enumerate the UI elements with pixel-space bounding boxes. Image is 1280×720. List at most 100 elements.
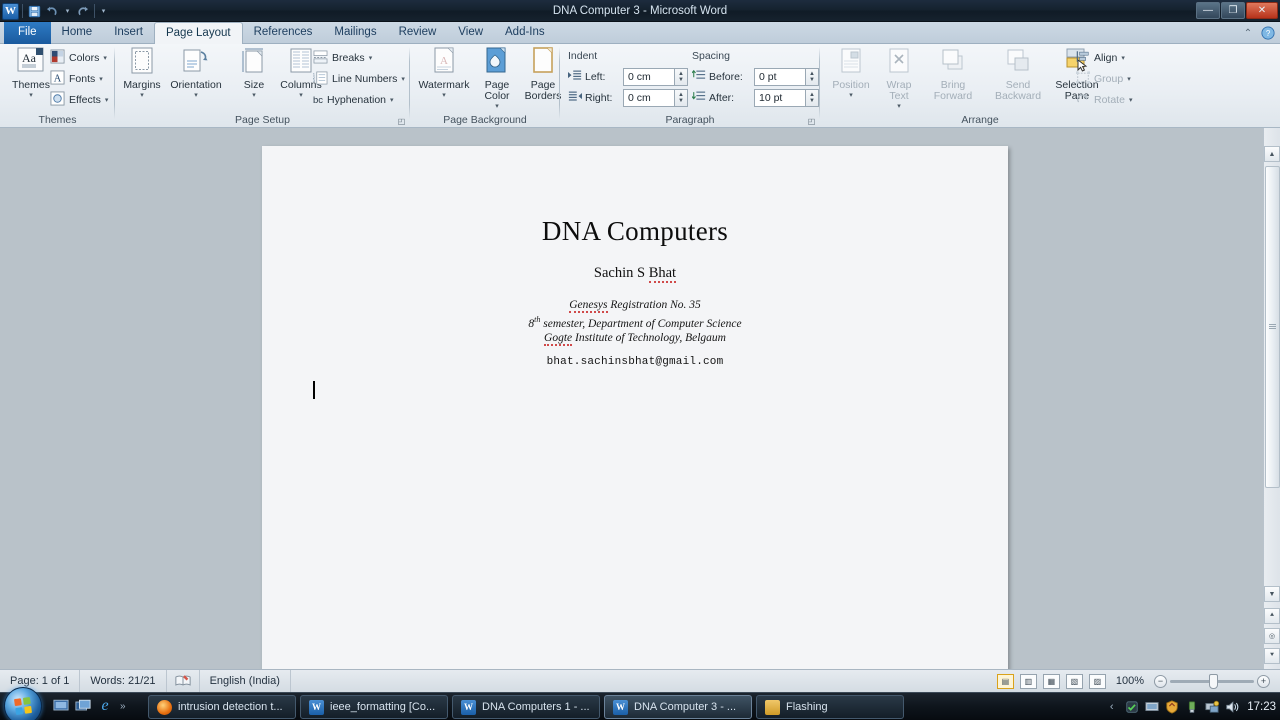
hyphenation-dropdown-arrow-icon[interactable]: ▾ [390, 96, 394, 104]
document-workspace[interactable]: DNA Computers Sachin S Bhat Genesys Regi… [0, 128, 1280, 720]
group-dropdown-arrow-icon[interactable]: ▾ [1127, 75, 1131, 83]
outline-view-button[interactable]: ▧ [1065, 673, 1083, 689]
spacing-after-stepper[interactable]: ▲ ▼ [806, 89, 819, 107]
group-button[interactable]: Group ▾ [1074, 69, 1131, 89]
rotate-dropdown-arrow-icon[interactable]: ▾ [1129, 96, 1133, 104]
status-language[interactable]: English (India) [200, 669, 291, 693]
theme-colors-dropdown-arrow-icon[interactable]: ▾ [103, 54, 107, 62]
zoom-in-button[interactable]: + [1257, 674, 1270, 688]
switch-windows-icon[interactable] [74, 697, 92, 715]
indent-right-input[interactable]: 0 cm [623, 89, 675, 107]
size-button[interactable]: Size ▾ [231, 47, 277, 99]
taskbar-item-dna-computers-1[interactable]: W DNA Computers 1 - ... [452, 695, 600, 719]
status-proofing-errors[interactable] [167, 669, 200, 693]
quick-launch-overflow-chevron-icon[interactable]: » [118, 701, 126, 712]
margins-button[interactable]: Margins ▾ [115, 47, 169, 99]
orientation-button[interactable]: Orientation ▾ [165, 47, 227, 99]
draft-view-button[interactable]: ▨ [1088, 673, 1106, 689]
previous-page-button[interactable]: ⯅ [1264, 608, 1280, 624]
scroll-up-button[interactable]: ▲ [1264, 146, 1280, 162]
theme-effects-button[interactable]: Effects ▾ [48, 90, 108, 110]
wrap-text-dropdown-arrow-icon[interactable]: ▾ [897, 103, 901, 110]
page-setup-dialog-launcher[interactable]: ◰ [396, 116, 407, 127]
close-button[interactable]: ✕ [1246, 2, 1278, 19]
zoom-slider-thumb[interactable] [1209, 673, 1218, 689]
theme-effects-dropdown-arrow-icon[interactable]: ▾ [105, 96, 109, 104]
bring-forward-button[interactable]: Bring Forward [922, 47, 984, 102]
full-screen-reading-view-button[interactable]: ▥ [1019, 673, 1037, 689]
breaks-dropdown-arrow-icon[interactable]: ▾ [369, 54, 373, 62]
select-browse-object-button[interactable]: ◎ [1264, 628, 1280, 644]
theme-colors-button[interactable]: Colors ▾ [48, 48, 107, 68]
columns-dropdown-arrow-icon[interactable]: ▾ [299, 92, 303, 99]
status-word-count[interactable]: Words: 21/21 [80, 669, 167, 693]
show-hidden-icons-chevron-icon[interactable]: ‹ [1104, 700, 1119, 715]
usb-tray-icon[interactable] [1184, 700, 1199, 715]
tab-review[interactable]: Review [388, 22, 448, 44]
spacing-before-input[interactable]: 0 pt [754, 68, 806, 86]
page-color-button[interactable]: Page Color ▾ [474, 47, 520, 110]
margins-dropdown-arrow-icon[interactable]: ▾ [140, 92, 144, 99]
antivirus-tray-icon[interactable] [1124, 700, 1139, 715]
spacing-after-input[interactable]: 10 pt [754, 89, 806, 107]
show-desktop-icon[interactable] [52, 697, 70, 715]
position-button[interactable]: Position ▾ [824, 47, 878, 99]
next-page-button[interactable]: ⯆ [1264, 648, 1280, 664]
align-dropdown-arrow-icon[interactable]: ▾ [1121, 54, 1125, 62]
indent-left-spin-down[interactable]: ▼ [678, 77, 684, 83]
indent-right-spin-down[interactable]: ▼ [678, 98, 684, 104]
document-page[interactable]: DNA Computers Sachin S Bhat Genesys Regi… [262, 146, 1008, 675]
tab-home[interactable]: Home [51, 22, 104, 44]
start-button[interactable] [4, 687, 42, 720]
orientation-dropdown-arrow-icon[interactable]: ▾ [194, 92, 198, 99]
volume-tray-icon[interactable] [1224, 700, 1239, 715]
scroll-thumb[interactable] [1265, 166, 1280, 488]
tab-file[interactable]: File [4, 22, 51, 44]
send-backward-button[interactable]: Send Backward [986, 47, 1050, 102]
minimize-button[interactable]: — [1196, 2, 1220, 19]
zoom-out-button[interactable]: − [1154, 674, 1167, 688]
theme-fonts-dropdown-arrow-icon[interactable]: ▾ [99, 75, 103, 83]
tab-add-ins[interactable]: Add-Ins [494, 22, 556, 44]
watermark-dropdown-arrow-icon[interactable]: ▾ [442, 92, 446, 99]
line-numbers-dropdown-arrow-icon[interactable]: ▾ [401, 75, 405, 83]
vertical-scrollbar[interactable]: ▲ ▼ ⯅ ◎ ⯆ [1263, 128, 1280, 669]
spacing-after-spin-down[interactable]: ▼ [809, 98, 815, 104]
network-tray-icon[interactable] [1204, 700, 1219, 715]
zoom-slider[interactable]: − + [1154, 673, 1270, 689]
taskbar-item-ieee-formatting[interactable]: W ieee_formatting [Co... [300, 695, 448, 719]
indent-left-input[interactable]: 0 cm [623, 68, 675, 86]
zoom-slider-track[interactable] [1170, 673, 1254, 689]
taskbar-item-dna-computer-3[interactable]: W DNA Computer 3 - ... [604, 695, 752, 719]
rotate-button[interactable]: Rotate ▾ [1074, 90, 1132, 110]
print-layout-view-button[interactable]: ▤ [996, 673, 1014, 689]
themes-dropdown-arrow-icon[interactable]: ▾ [29, 92, 33, 99]
scroll-down-button[interactable]: ▼ [1264, 586, 1280, 602]
taskbar-clock[interactable]: 17:23 [1244, 701, 1276, 713]
help-icon[interactable]: ? [1260, 25, 1276, 41]
paragraph-dialog-launcher[interactable]: ◰ [806, 116, 817, 127]
tab-insert[interactable]: Insert [103, 22, 154, 44]
wrap-text-button[interactable]: Wrap Text ▾ [876, 47, 922, 110]
indent-left-stepper[interactable]: ▲ ▼ [675, 68, 688, 86]
theme-fonts-button[interactable]: A Fonts ▾ [48, 69, 103, 89]
tab-references[interactable]: References [243, 22, 324, 44]
position-dropdown-arrow-icon[interactable]: ▾ [849, 92, 853, 99]
spacing-before-stepper[interactable]: ▲ ▼ [806, 68, 819, 86]
tab-view[interactable]: View [447, 22, 494, 44]
zoom-level-label[interactable]: 100% [1112, 675, 1148, 687]
watermark-button[interactable]: A Watermark ▾ [416, 47, 472, 99]
size-dropdown-arrow-icon[interactable]: ▾ [252, 92, 256, 99]
spacing-before-spin-down[interactable]: ▼ [809, 77, 815, 83]
tab-mailings[interactable]: Mailings [323, 22, 387, 44]
internet-explorer-icon[interactable]: e [96, 697, 114, 715]
minimize-ribbon-icon[interactable]: ⌃ [1240, 25, 1256, 41]
hyphenation-button[interactable]: bc Hyphenation ▾ [311, 90, 394, 110]
page-color-dropdown-arrow-icon[interactable]: ▾ [495, 103, 499, 110]
tab-page-layout[interactable]: Page Layout [153, 22, 243, 45]
breaks-button[interactable]: Breaks ▾ [311, 48, 372, 68]
security-alert-tray-icon[interactable] [1164, 700, 1179, 715]
display-tray-icon[interactable] [1144, 700, 1159, 715]
restore-button[interactable]: ❐ [1221, 2, 1245, 19]
taskbar-item-intrusion-detection[interactable]: intrusion detection t... [148, 695, 296, 719]
